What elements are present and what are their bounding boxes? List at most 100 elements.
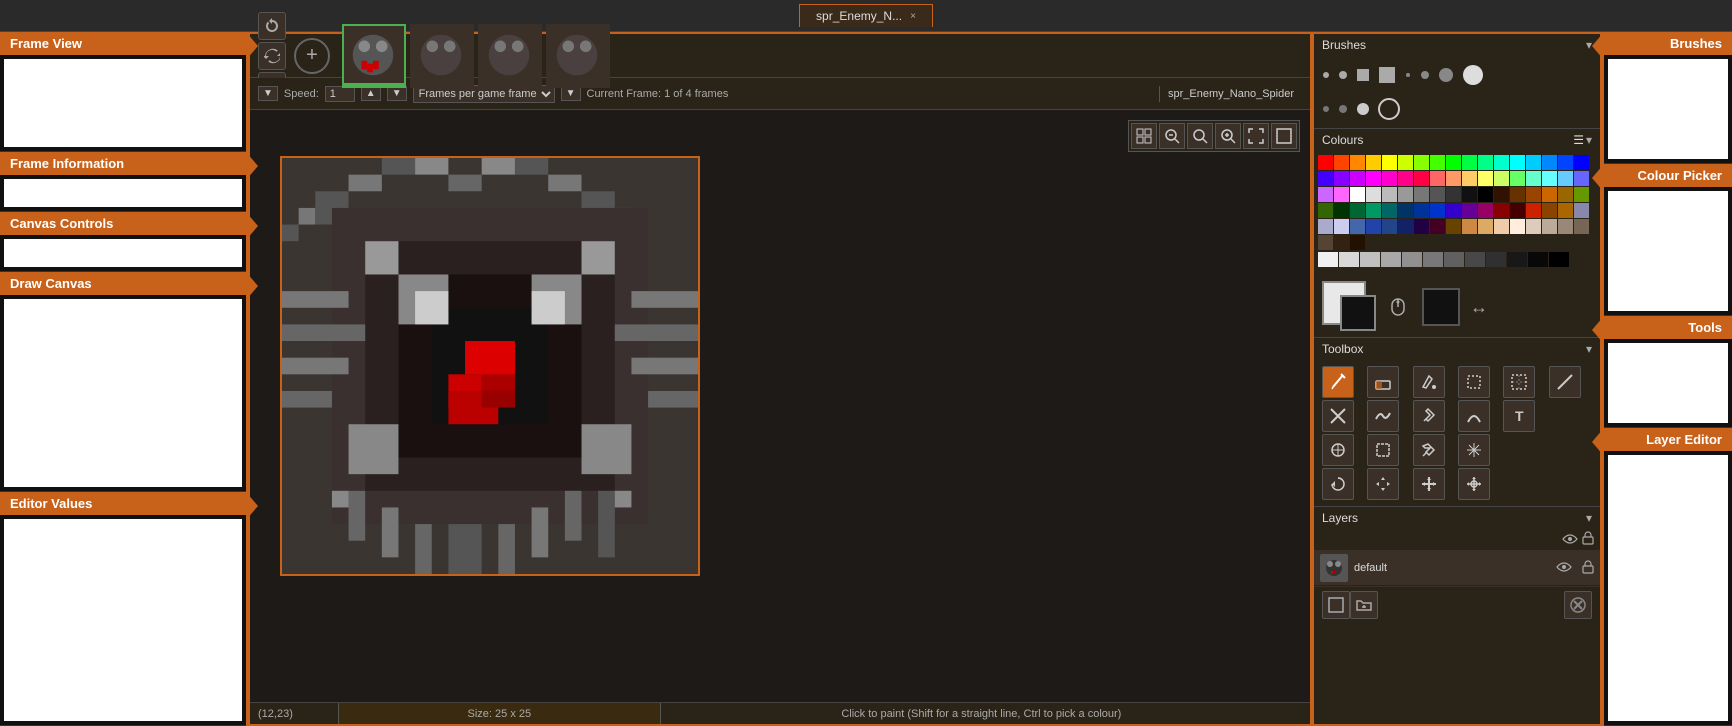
arc-tool[interactable]: [1458, 400, 1490, 432]
grey-swatch-2[interactable]: [1360, 252, 1380, 267]
loop-icon[interactable]: [258, 42, 286, 70]
colour-swatch-87[interactable]: [1350, 235, 1365, 250]
speed-up[interactable]: ▲: [361, 86, 381, 101]
swap-colours-btn[interactable]: ↔: [1470, 297, 1488, 318]
frame-thumb-2[interactable]: [410, 24, 474, 88]
colour-swatch-85[interactable]: [1318, 235, 1333, 250]
colour-swatch-24[interactable]: [1430, 171, 1445, 186]
colour-swatch-63[interactable]: [1510, 203, 1525, 218]
colour-swatch-48[interactable]: [1542, 187, 1557, 202]
brush-dot-12[interactable]: [1378, 98, 1400, 120]
frame-thumb-3[interactable]: [478, 24, 542, 88]
eyedropper-tool[interactable]: [1322, 434, 1354, 466]
brush-dot-4[interactable]: [1378, 66, 1396, 84]
colour-swatch-77[interactable]: [1462, 219, 1477, 234]
colour-swatch-74[interactable]: [1414, 219, 1429, 234]
colour-swatch-47[interactable]: [1526, 187, 1541, 202]
colour-swatch-72[interactable]: [1382, 219, 1397, 234]
lasso-tool[interactable]: [1367, 434, 1399, 466]
colour-swatch-17[interactable]: [1318, 171, 1333, 186]
colour-swatch-65[interactable]: [1542, 203, 1557, 218]
colour-swatch-25[interactable]: [1446, 171, 1461, 186]
colours-menu-icon[interactable]: ☰: [1573, 133, 1584, 147]
layer-default[interactable]: default: [1314, 551, 1600, 586]
sprite-tab[interactable]: spr_Enemy_N... ×: [799, 4, 933, 27]
brush-dot-6[interactable]: [1420, 70, 1430, 80]
colour-swatch-66[interactable]: [1558, 203, 1573, 218]
colour-swatch-68[interactable]: [1318, 219, 1333, 234]
frame-thumb-1[interactable]: [342, 24, 406, 88]
colour-swatch-1[interactable]: [1334, 155, 1349, 170]
colour-swatch-56[interactable]: [1398, 203, 1413, 218]
resize-tool[interactable]: [1413, 468, 1445, 500]
colour-swatch-12[interactable]: [1510, 155, 1525, 170]
colour-swatch-84[interactable]: [1574, 219, 1589, 234]
colour-swatch-60[interactable]: [1462, 203, 1477, 218]
colour-swatch-23[interactable]: [1414, 171, 1429, 186]
colour-swatch-27[interactable]: [1478, 171, 1493, 186]
secondary-swatch-display[interactable]: [1422, 288, 1460, 326]
colour-swatch-67[interactable]: [1574, 203, 1589, 218]
colour-swatch-2[interactable]: [1350, 155, 1365, 170]
colour-swatch-79[interactable]: [1494, 219, 1509, 234]
line-tool[interactable]: [1549, 366, 1581, 398]
layers-header[interactable]: Layers ▾: [1314, 507, 1600, 529]
move-tool[interactable]: [1367, 468, 1399, 500]
colour-swatch-50[interactable]: [1574, 187, 1589, 202]
colour-swatch-3[interactable]: [1366, 155, 1381, 170]
colour-swatch-62[interactable]: [1494, 203, 1509, 218]
colour-swatch-19[interactable]: [1350, 171, 1365, 186]
new-layer-btn[interactable]: [1322, 591, 1350, 619]
colour-swatch-31[interactable]: [1542, 171, 1557, 186]
new-folder-btn[interactable]: [1350, 591, 1378, 619]
colour-swatch-44[interactable]: [1478, 187, 1493, 202]
colour-swatch-10[interactable]: [1478, 155, 1493, 170]
colour-swatch-6[interactable]: [1414, 155, 1429, 170]
brush-dot-11[interactable]: [1356, 102, 1370, 116]
toolbox-header[interactable]: Toolbox ▾: [1314, 338, 1600, 360]
colour-swatch-43[interactable]: [1462, 187, 1477, 202]
text-tool[interactable]: T: [1503, 400, 1535, 432]
fill-tool[interactable]: [1413, 366, 1445, 398]
colour-swatch-83[interactable]: [1558, 219, 1573, 234]
frames-chevron[interactable]: ▼: [561, 86, 581, 101]
select-rect-tool[interactable]: [1458, 366, 1490, 398]
grey-swatch-8[interactable]: [1486, 252, 1506, 267]
pencil-tool[interactable]: [1322, 366, 1354, 398]
colour-swatch-42[interactable]: [1446, 187, 1461, 202]
colour-swatch-18[interactable]: [1334, 171, 1349, 186]
colour-swatch-39[interactable]: [1398, 187, 1413, 202]
colour-swatch-35[interactable]: [1334, 187, 1349, 202]
colour-swatch-61[interactable]: [1478, 203, 1493, 218]
colour-swatch-64[interactable]: [1526, 203, 1541, 218]
toggle-view-btn[interactable]: [1271, 123, 1297, 149]
colour-swatch-7[interactable]: [1430, 155, 1445, 170]
gradient-tool[interactable]: [1413, 434, 1445, 466]
colour-swatch-41[interactable]: [1430, 187, 1445, 202]
frame-thumb-4[interactable]: [546, 24, 610, 88]
colour-swatch-71[interactable]: [1366, 219, 1381, 234]
grey-swatch-7[interactable]: [1465, 252, 1485, 267]
grid-toggle-btn[interactable]: [1131, 123, 1157, 149]
rotate-canvas-tool[interactable]: [1322, 468, 1354, 500]
colour-swatch-57[interactable]: [1414, 203, 1429, 218]
grey-swatch-3[interactable]: [1381, 252, 1401, 267]
colour-swatch-20[interactable]: [1366, 171, 1381, 186]
brush-dot-5[interactable]: [1404, 71, 1412, 79]
colour-swatch-21[interactable]: [1382, 171, 1397, 186]
transform-tool[interactable]: [1458, 468, 1490, 500]
layer-lock-btn[interactable]: [1582, 560, 1594, 577]
colour-swatch-49[interactable]: [1558, 187, 1573, 202]
colour-swatch-54[interactable]: [1366, 203, 1381, 218]
colour-swatch-69[interactable]: [1334, 219, 1349, 234]
brushes-header[interactable]: Brushes ▾: [1314, 34, 1600, 56]
brush-dot-2[interactable]: [1338, 70, 1348, 80]
colour-swatch-73[interactable]: [1398, 219, 1413, 234]
colour-swatch-16[interactable]: [1574, 155, 1589, 170]
colour-swatch-70[interactable]: [1350, 219, 1365, 234]
colour-swatch-29[interactable]: [1510, 171, 1525, 186]
grey-swatch-1[interactable]: [1339, 252, 1359, 267]
colour-swatch-36[interactable]: [1350, 187, 1365, 202]
zoom-reset-btn[interactable]: [1187, 123, 1213, 149]
grey-swatch-5[interactable]: [1423, 252, 1443, 267]
